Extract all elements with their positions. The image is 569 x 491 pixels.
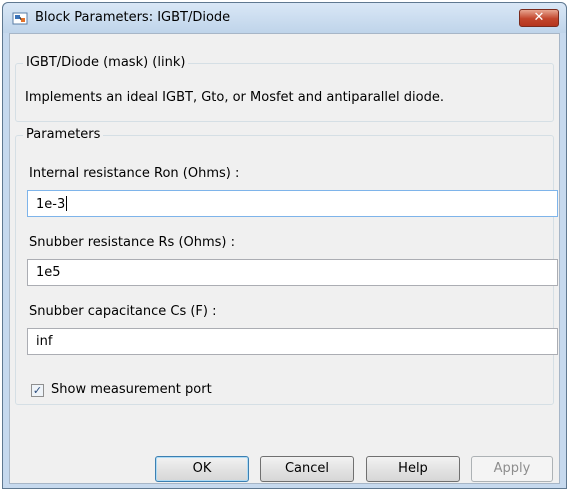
parameters-group-title: Parameters <box>23 127 104 142</box>
text-caret <box>66 196 68 211</box>
mask-description: Implements an ideal IGBT, Gto, or Mosfet… <box>25 90 444 105</box>
mask-group-title: IGBT/Diode (mask) (link) <box>23 55 189 70</box>
rs-input[interactable]: 1e5 <box>27 259 558 286</box>
mask-info-group: IGBT/Diode (mask) (link) Implements an i… <box>15 55 554 122</box>
ron-label: Internal resistance Ron (Ohms) : <box>29 166 240 181</box>
close-icon: ✕ <box>533 10 545 25</box>
title-bar[interactable]: Block Parameters: IGBT/Diode ✕ <box>3 3 566 33</box>
window-title: Block Parameters: IGBT/Diode <box>35 10 231 25</box>
help-button-label: Help <box>398 461 428 476</box>
rs-label: Snubber resistance Rs (Ohms) : <box>29 235 236 250</box>
apply-button: Apply <box>471 456 553 482</box>
check-mark-icon: ✓ <box>32 384 43 397</box>
close-button[interactable]: ✕ <box>519 9 559 27</box>
apply-button-label: Apply <box>493 461 531 476</box>
cancel-button-label: Cancel <box>284 461 330 476</box>
rs-value: 1e5 <box>36 265 61 280</box>
show-measurement-label[interactable]: Show measurement port <box>51 382 212 397</box>
ron-value: 1e-3 <box>36 197 66 212</box>
dialog-window: Block Parameters: IGBT/Diode ✕ IGBT/Diod… <box>2 2 567 489</box>
cs-input[interactable]: inf <box>27 328 558 355</box>
ok-button[interactable]: OK <box>155 456 249 482</box>
cancel-button[interactable]: Cancel <box>260 456 354 482</box>
parameters-group: Parameters Internal resistance Ron (Ohms… <box>15 127 558 405</box>
ron-input[interactable]: 1e-3 <box>27 190 558 217</box>
help-button[interactable]: Help <box>366 456 460 482</box>
cs-value: inf <box>36 334 53 349</box>
cs-label: Snubber capacitance Cs (F) : <box>29 304 217 319</box>
ok-button-label: OK <box>192 461 212 476</box>
dialog-client-area: IGBT/Diode (mask) (link) Implements an i… <box>9 33 560 484</box>
show-measurement-checkbox[interactable]: ✓ <box>31 384 44 397</box>
simulink-app-icon <box>12 12 28 25</box>
